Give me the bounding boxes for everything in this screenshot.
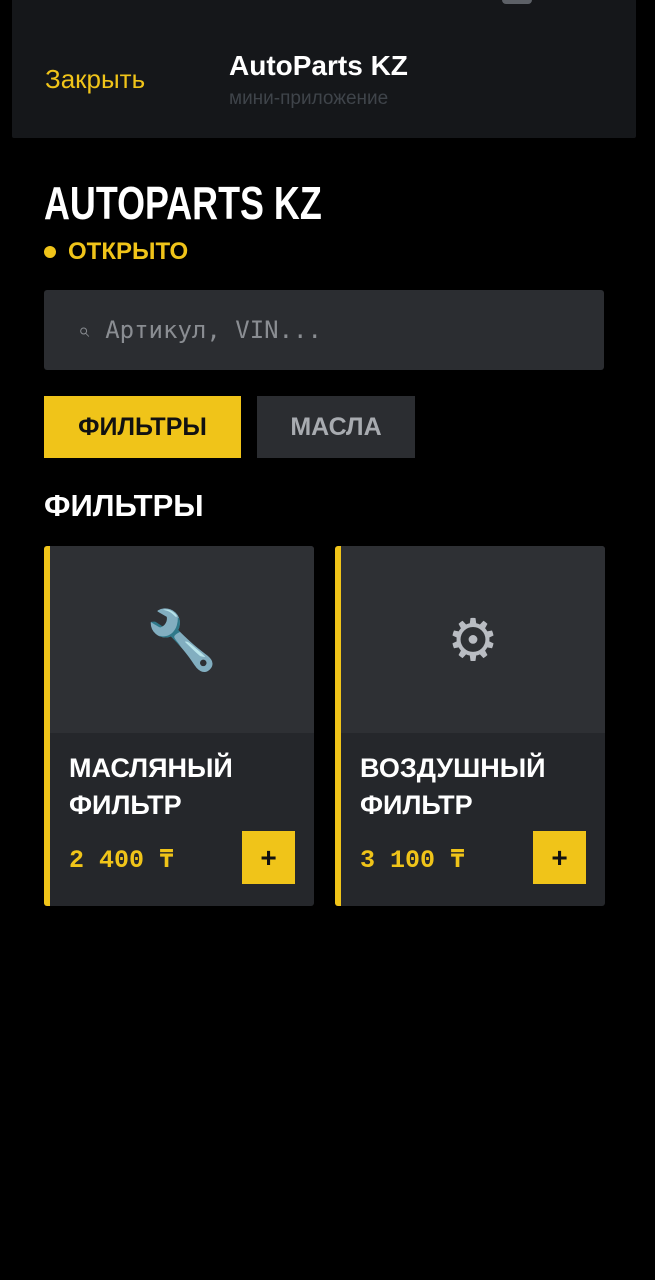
section-title: ФИЛЬТРЫ	[44, 488, 204, 523]
search-box[interactable]: ⌕	[44, 290, 604, 370]
search-input[interactable]	[103, 299, 604, 361]
add-to-cart-button[interactable]: +	[533, 831, 586, 884]
product-price: 3 100 ₸	[360, 846, 466, 875]
add-to-cart-button[interactable]: +	[242, 831, 295, 884]
status-dot-icon	[44, 246, 56, 258]
shop-status: ОТКРЫТО	[44, 238, 188, 266]
top-bar: Закрыть AutoParts KZ мини-приложение	[12, 0, 636, 138]
gear-icon: ⚙	[447, 605, 499, 674]
close-button[interactable]: Закрыть	[45, 64, 145, 95]
mini-app-screen: Закрыть AutoParts KZ мини-приложение AUT…	[0, 0, 655, 1280]
status-text: ОТКРЫТО	[68, 238, 189, 265]
search-icon: ⌕	[78, 318, 90, 342]
product-image: ⚙	[341, 546, 605, 733]
status-indicator	[502, 0, 532, 4]
product-card-oil-filter[interactable]: 🔧 МАСЛЯНЫЙ ФИЛЬТР 2 400 ₸ +	[44, 546, 314, 906]
product-image: 🔧	[50, 546, 314, 733]
tab-oils[interactable]: МАСЛА	[257, 396, 415, 458]
app-title: AutoParts KZ	[229, 50, 408, 81]
wrench-icon: 🔧	[145, 605, 219, 674]
product-price: 2 400 ₸	[69, 846, 175, 875]
product-card-air-filter[interactable]: ⚙ ВОЗДУШНЫЙ ФИЛЬТР 3 100 ₸ +	[335, 546, 605, 906]
product-name: ВОЗДУШНЫЙ ФИЛЬТР	[360, 753, 546, 820]
product-name: МАСЛЯНЫЙ ФИЛЬТР	[69, 753, 233, 820]
tab-filters[interactable]: ФИЛЬТРЫ	[44, 396, 241, 458]
app-subtitle: мини-приложение	[229, 88, 389, 109]
shop-name: AUTOPARTS KZ	[44, 177, 322, 229]
